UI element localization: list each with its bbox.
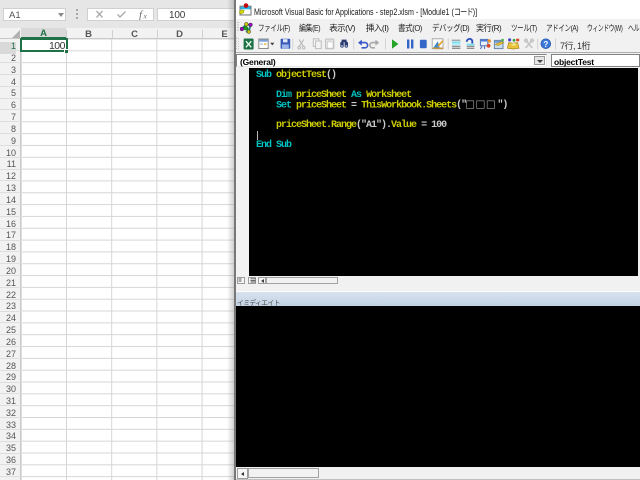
svg-text:x: x — [143, 12, 148, 21]
svg-text:?: ? — [543, 40, 548, 49]
